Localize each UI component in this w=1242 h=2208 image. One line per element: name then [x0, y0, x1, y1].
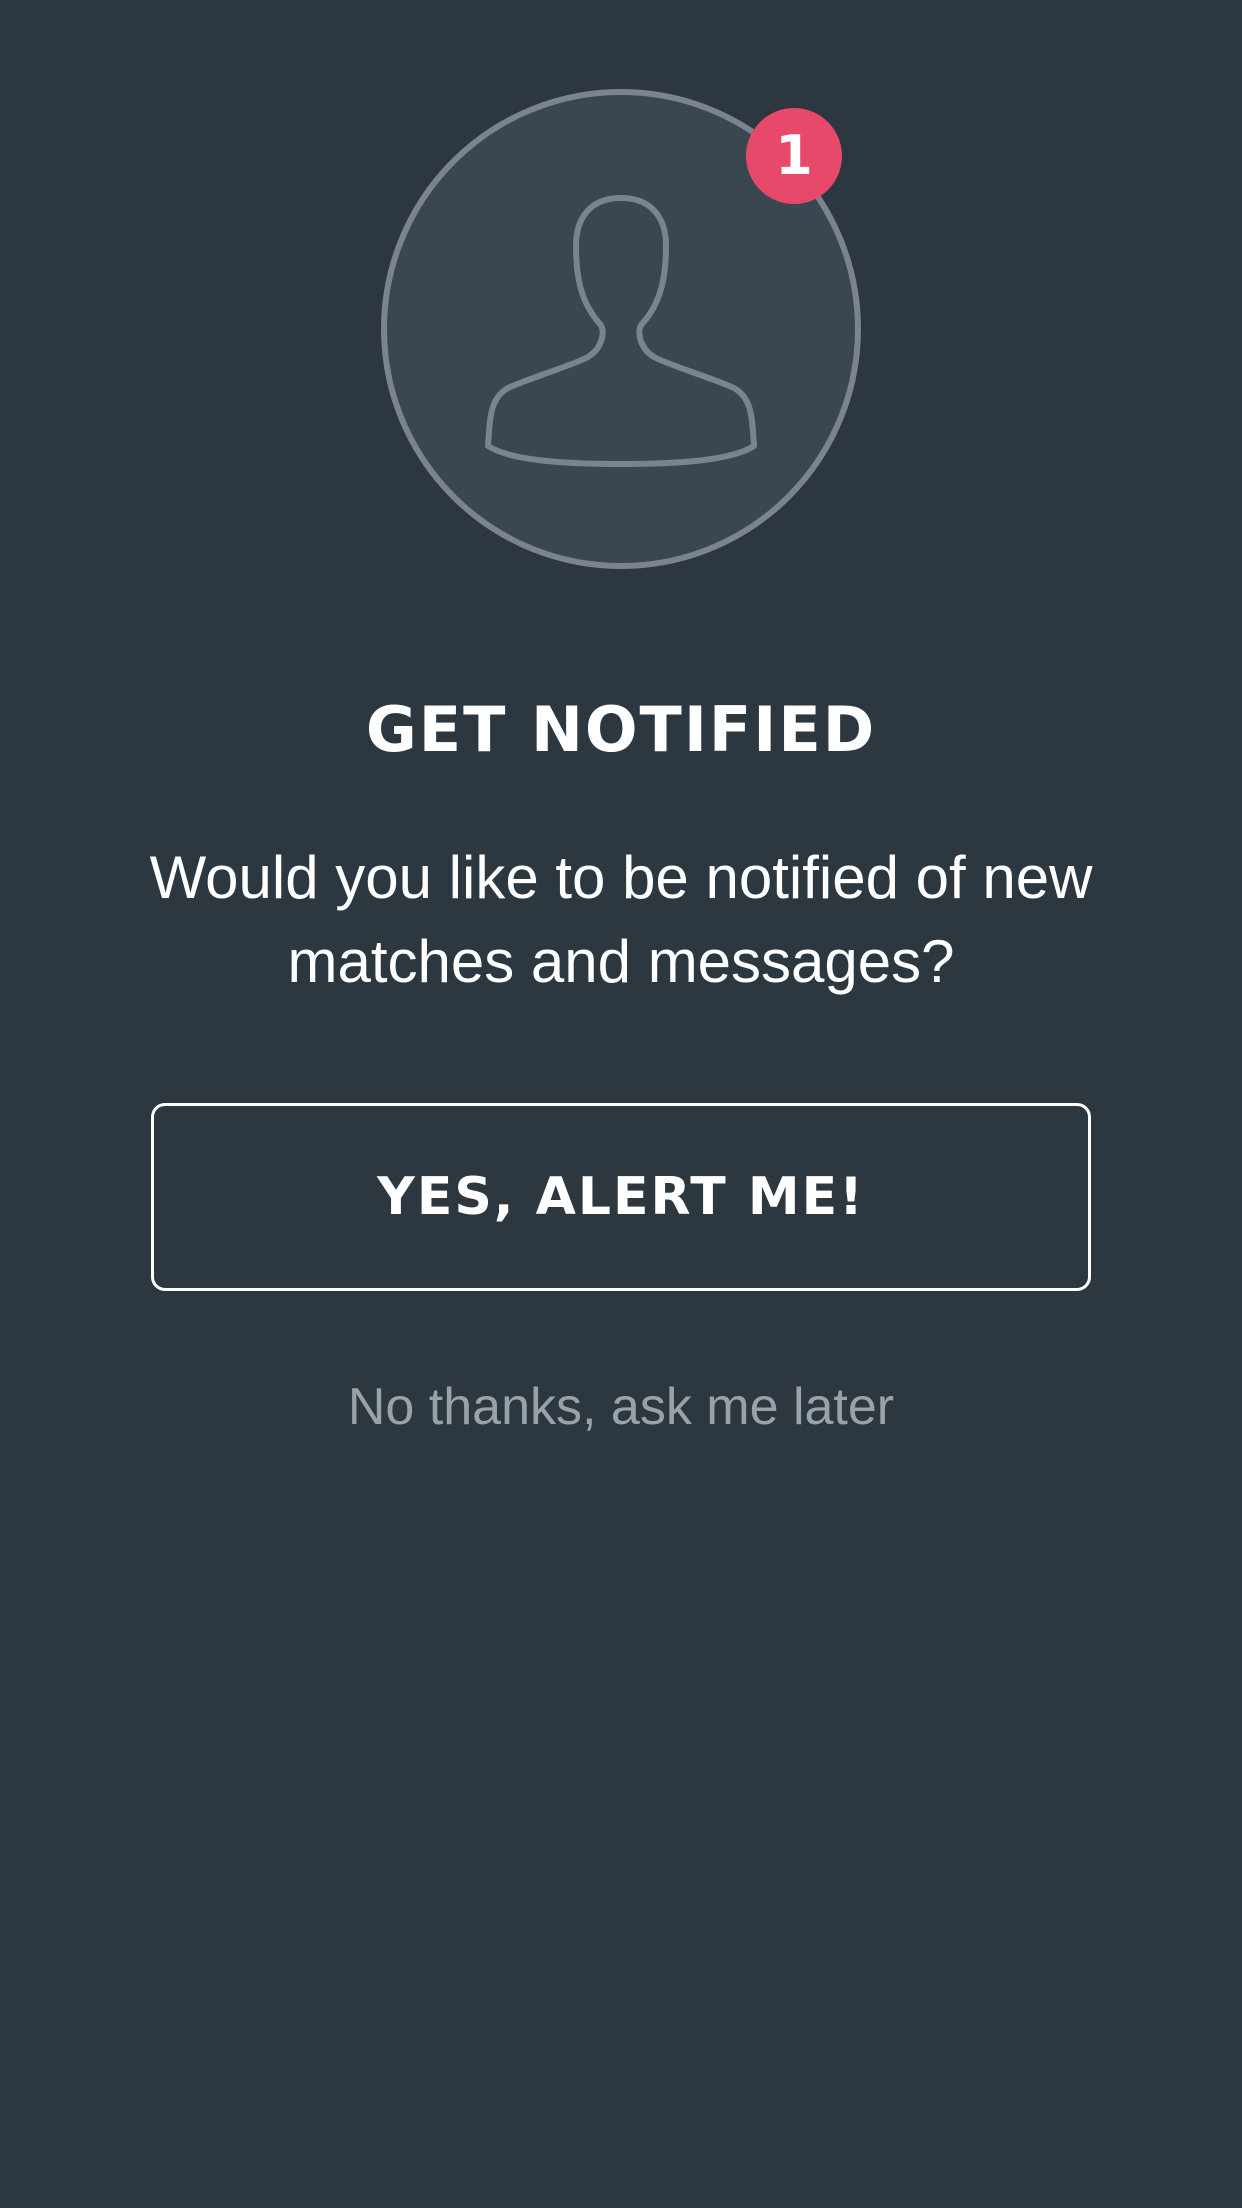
avatar: 1	[380, 88, 862, 570]
prompt-message: Would you like to be notified of new mat…	[149, 844, 1093, 995]
ask-me-later-link[interactable]: No thanks, ask me later	[0, 1372, 1242, 1442]
notification-count-badge: 1	[746, 108, 842, 204]
notification-permission-screen: 1 GET NOTIFIED Would you like to be noti…	[0, 0, 1242, 2208]
yes-alert-me-button[interactable]: YES, ALERT ME!	[151, 1103, 1091, 1291]
page-title: GET NOTIFIED	[365, 693, 877, 766]
yes-alert-me-button-label: YES, ALERT ME!	[377, 1167, 865, 1227]
